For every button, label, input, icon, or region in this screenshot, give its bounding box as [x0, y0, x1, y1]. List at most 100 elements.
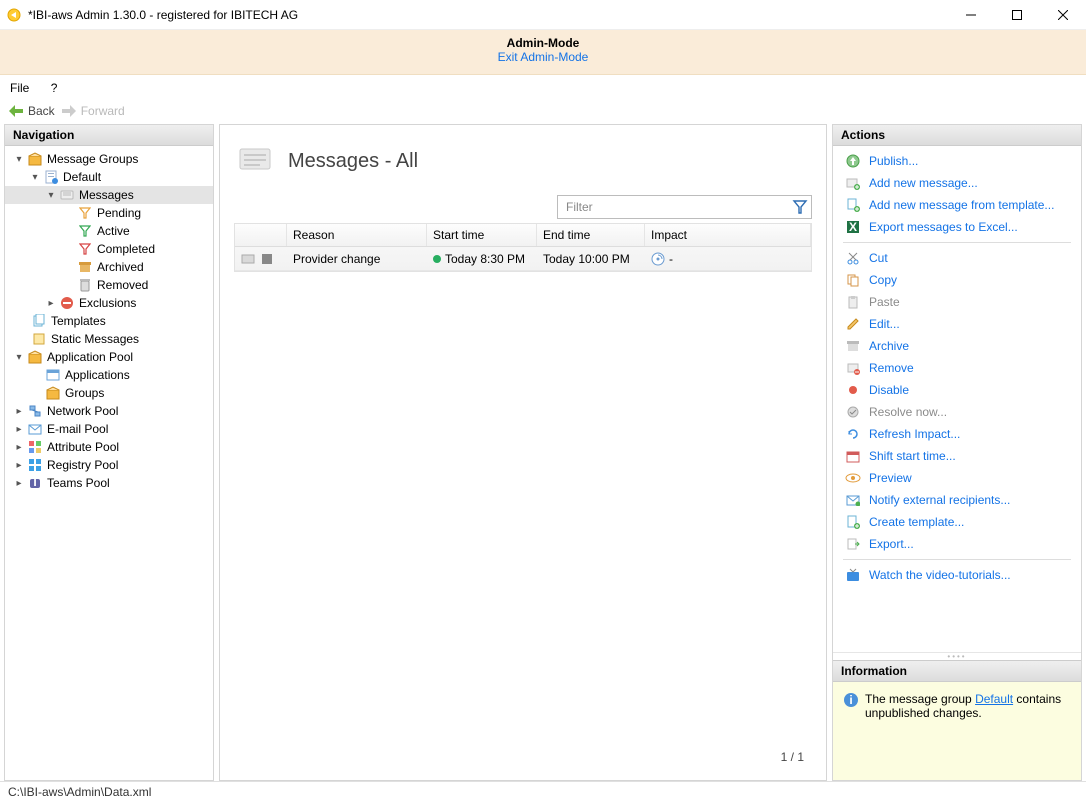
chevron-down-icon[interactable]: ▾ — [45, 190, 57, 201]
tree-applications[interactable]: Applications — [5, 366, 213, 384]
exit-admin-mode-link[interactable]: Exit Admin-Mode — [498, 50, 589, 64]
archive-icon — [77, 259, 93, 275]
chevron-right-icon[interactable]: ▸ — [13, 424, 25, 435]
chevron-down-icon[interactable]: ▾ — [13, 352, 25, 363]
column-start[interactable]: Start time — [427, 224, 537, 246]
tree-label: Teams Pool — [47, 476, 110, 490]
svg-text:X: X — [849, 220, 857, 234]
action-cut[interactable]: Cut — [833, 247, 1081, 269]
box-icon — [27, 151, 43, 167]
menu-file[interactable]: File — [10, 81, 29, 95]
chevron-right-icon[interactable]: ▸ — [13, 406, 25, 417]
column-icons[interactable] — [235, 224, 287, 246]
tree-active[interactable]: Active — [5, 222, 213, 240]
static-icon — [31, 331, 47, 347]
tv-icon — [845, 567, 861, 583]
archive-icon — [845, 338, 861, 354]
info-default-link[interactable]: Default — [975, 692, 1013, 706]
tree-label: Exclusions — [79, 296, 136, 310]
action-disable[interactable]: Disable — [833, 379, 1081, 401]
tree-label: Static Messages — [51, 332, 139, 346]
action-edit[interactable]: Edit... — [833, 313, 1081, 335]
action-export-excel[interactable]: XExport messages to Excel... — [833, 216, 1081, 238]
messages-large-icon — [236, 141, 276, 181]
column-end[interactable]: End time — [537, 224, 645, 246]
attribute-icon — [27, 439, 43, 455]
action-add-from-template[interactable]: Add new message from template... — [833, 194, 1081, 216]
admin-mode-banner: Admin-Mode Exit Admin-Mode — [0, 30, 1086, 75]
panel-resize-handle[interactable]: •••• — [833, 652, 1081, 660]
tree-attribute-pool[interactable]: ▸ Attribute Pool — [5, 438, 213, 456]
chevron-right-icon[interactable]: ▸ — [13, 478, 25, 489]
forward-button: Forward — [61, 104, 125, 118]
chevron-down-icon[interactable]: ▾ — [29, 172, 41, 183]
app-icon — [6, 7, 22, 23]
action-archive[interactable]: Archive — [833, 335, 1081, 357]
row-status-icon — [241, 253, 255, 265]
column-reason[interactable]: Reason — [287, 224, 427, 246]
action-export[interactable]: Export... — [833, 533, 1081, 555]
copy-icon — [845, 272, 861, 288]
no-entry-icon — [59, 295, 75, 311]
action-publish[interactable]: Publish... — [833, 150, 1081, 172]
tree-label: Messages — [79, 188, 134, 202]
resolve-icon — [845, 404, 861, 420]
tree-pending[interactable]: Pending — [5, 204, 213, 222]
window-title: *IBI-aws Admin 1.30.0 - registered for I… — [28, 8, 298, 22]
chevron-right-icon[interactable]: ▸ — [13, 442, 25, 453]
tree-exclusions[interactable]: ▸ Exclusions — [5, 294, 213, 312]
tree-label: Completed — [97, 242, 155, 256]
action-notify-external[interactable]: Notify external recipients... — [833, 489, 1081, 511]
tree-application-pool[interactable]: ▾ Application Pool — [5, 348, 213, 366]
funnel-icon[interactable] — [792, 199, 808, 215]
status-bar: C:\IBI-aws\Admin\Data.xml — [0, 781, 1086, 803]
action-preview[interactable]: Preview — [833, 467, 1081, 489]
tree-static-messages[interactable]: Static Messages — [5, 330, 213, 348]
tree-groups[interactable]: Groups — [5, 384, 213, 402]
back-button[interactable]: Back — [8, 104, 55, 118]
tree-messages[interactable]: ▾ Messages — [5, 186, 213, 204]
tree-label: Message Groups — [47, 152, 138, 166]
chevron-right-icon[interactable]: ▸ — [13, 460, 25, 471]
tree-email-pool[interactable]: ▸ E-mail Pool — [5, 420, 213, 438]
chevron-right-icon[interactable]: ▸ — [45, 298, 57, 309]
navigation-tree[interactable]: ▾ Message Groups ▾ Default ▾ Messages Pe… — [5, 146, 213, 780]
information-panel: Information i The message group Default … — [833, 660, 1081, 780]
tree-label: Application Pool — [47, 350, 133, 364]
tree-archived[interactable]: Archived — [5, 258, 213, 276]
chevron-down-icon[interactable]: ▾ — [13, 154, 25, 165]
menu-bar: File ? — [0, 75, 1086, 101]
tree-registry-pool[interactable]: ▸ Registry Pool — [5, 456, 213, 474]
tree-label: Archived — [97, 260, 144, 274]
pencil-icon — [845, 316, 861, 332]
action-create-template[interactable]: Create template... — [833, 511, 1081, 533]
action-add-message[interactable]: Add new message... — [833, 172, 1081, 194]
tree-completed[interactable]: Completed — [5, 240, 213, 258]
minimize-button[interactable] — [948, 0, 994, 30]
table-row[interactable]: Provider change Today 8:30 PM Today 10:0… — [235, 247, 811, 271]
filter-input[interactable] — [557, 195, 812, 219]
action-watch-video[interactable]: Watch the video-tutorials... — [833, 564, 1081, 586]
action-remove[interactable]: Remove — [833, 357, 1081, 379]
action-shift-start[interactable]: Shift start time... — [833, 445, 1081, 467]
action-refresh-impact[interactable]: Refresh Impact... — [833, 423, 1081, 445]
window-icon — [45, 367, 61, 383]
tree-templates[interactable]: Templates — [5, 312, 213, 330]
action-copy[interactable]: Copy — [833, 269, 1081, 291]
menu-help[interactable]: ? — [51, 81, 58, 95]
tree-label: Applications — [65, 368, 130, 382]
tree-removed[interactable]: Removed — [5, 276, 213, 294]
tree-teams-pool[interactable]: ▸ T Teams Pool — [5, 474, 213, 492]
teams-icon: T — [27, 475, 43, 491]
tree-message-groups[interactable]: ▾ Message Groups — [5, 150, 213, 168]
messages-icon — [59, 187, 75, 203]
export-icon — [845, 536, 861, 552]
add-icon — [845, 175, 861, 191]
column-impact[interactable]: Impact — [645, 224, 811, 246]
row-type-icon — [261, 253, 273, 265]
tree-default[interactable]: ▾ Default — [5, 168, 213, 186]
scissors-icon — [845, 250, 861, 266]
maximize-button[interactable] — [994, 0, 1040, 30]
tree-network-pool[interactable]: ▸ Network Pool — [5, 402, 213, 420]
close-button[interactable] — [1040, 0, 1086, 30]
